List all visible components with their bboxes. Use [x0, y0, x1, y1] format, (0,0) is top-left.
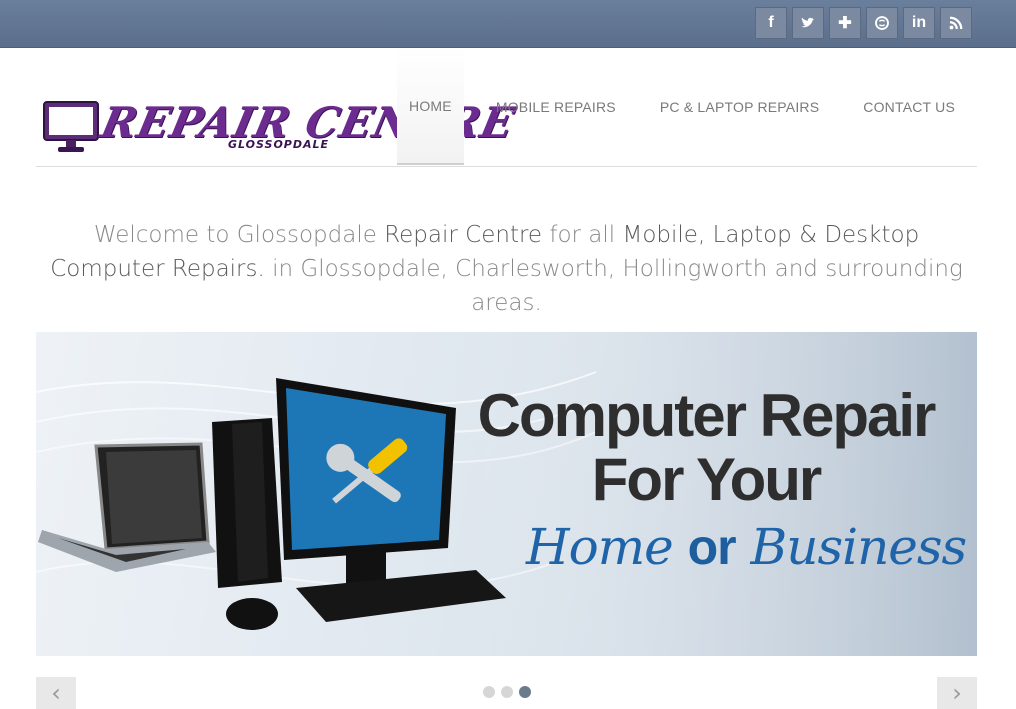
slider-dot-1[interactable] [483, 686, 495, 698]
devices-illustration [38, 378, 506, 630]
site-logo[interactable]: REPAIR CENTRE GLOSSOPDALE [42, 98, 519, 156]
slider-next-button[interactable]: › [937, 677, 977, 709]
google-plus-icon[interactable]: ✚ [829, 7, 861, 39]
skype-icon[interactable] [866, 7, 898, 39]
linkedin-icon[interactable]: in [903, 7, 935, 39]
nav-item-home[interactable]: HOME [397, 48, 464, 165]
slider-dot-2[interactable] [501, 686, 513, 698]
top-social-bar: f ✚ in [0, 0, 1016, 48]
welcome-part-3: for all [542, 222, 623, 248]
nav-item-mobile-repairs[interactable]: MOBILE REPAIRS [474, 48, 638, 165]
logo-subtitle: GLOSSOPDALE [228, 138, 330, 151]
welcome-text: Welcome to Glossopdale Repair Centre for… [36, 218, 977, 320]
nav-item-contact-us[interactable]: CONTACT US [841, 48, 977, 165]
slide-headline-line-2: For Your [591, 446, 822, 513]
social-links: f ✚ in [755, 7, 972, 39]
slide-sub-or: or [687, 519, 737, 575]
welcome-part-5: in Glossopdale, Charlesworth, Hollingwor… [264, 256, 963, 316]
slide-headline: Computer Repair For Your [476, 382, 937, 513]
slider-dot-3[interactable] [519, 686, 531, 698]
site-header: REPAIR CENTRE GLOSSOPDALE HOME MOBILE RE… [36, 48, 977, 167]
welcome-part-1: Welcome to Glossopdale [93, 222, 385, 248]
facebook-icon[interactable]: f [755, 7, 787, 39]
slider-pagination [483, 686, 531, 698]
hero-slider[interactable]: Computer Repair For Your Home or Busines… [36, 332, 977, 656]
rss-icon[interactable] [940, 7, 972, 39]
slide-sub-business: Business [735, 518, 968, 576]
slide-sub-home: Home [526, 518, 688, 576]
slide-subheadline: Home or Business [526, 518, 968, 576]
slide-headline-line-1: Computer Repair [477, 382, 937, 449]
twitter-icon[interactable] [792, 7, 824, 39]
monitor-icon [43, 101, 99, 152]
nav-item-pc-laptop-repairs[interactable]: PC & LAPTOP REPAIRS [638, 48, 841, 165]
main-nav: HOME MOBILE REPAIRS PC & LAPTOP REPAIRS … [397, 48, 977, 165]
slider-prev-button[interactable]: ‹ [36, 677, 76, 709]
welcome-highlight-1: Repair Centre [384, 222, 543, 248]
